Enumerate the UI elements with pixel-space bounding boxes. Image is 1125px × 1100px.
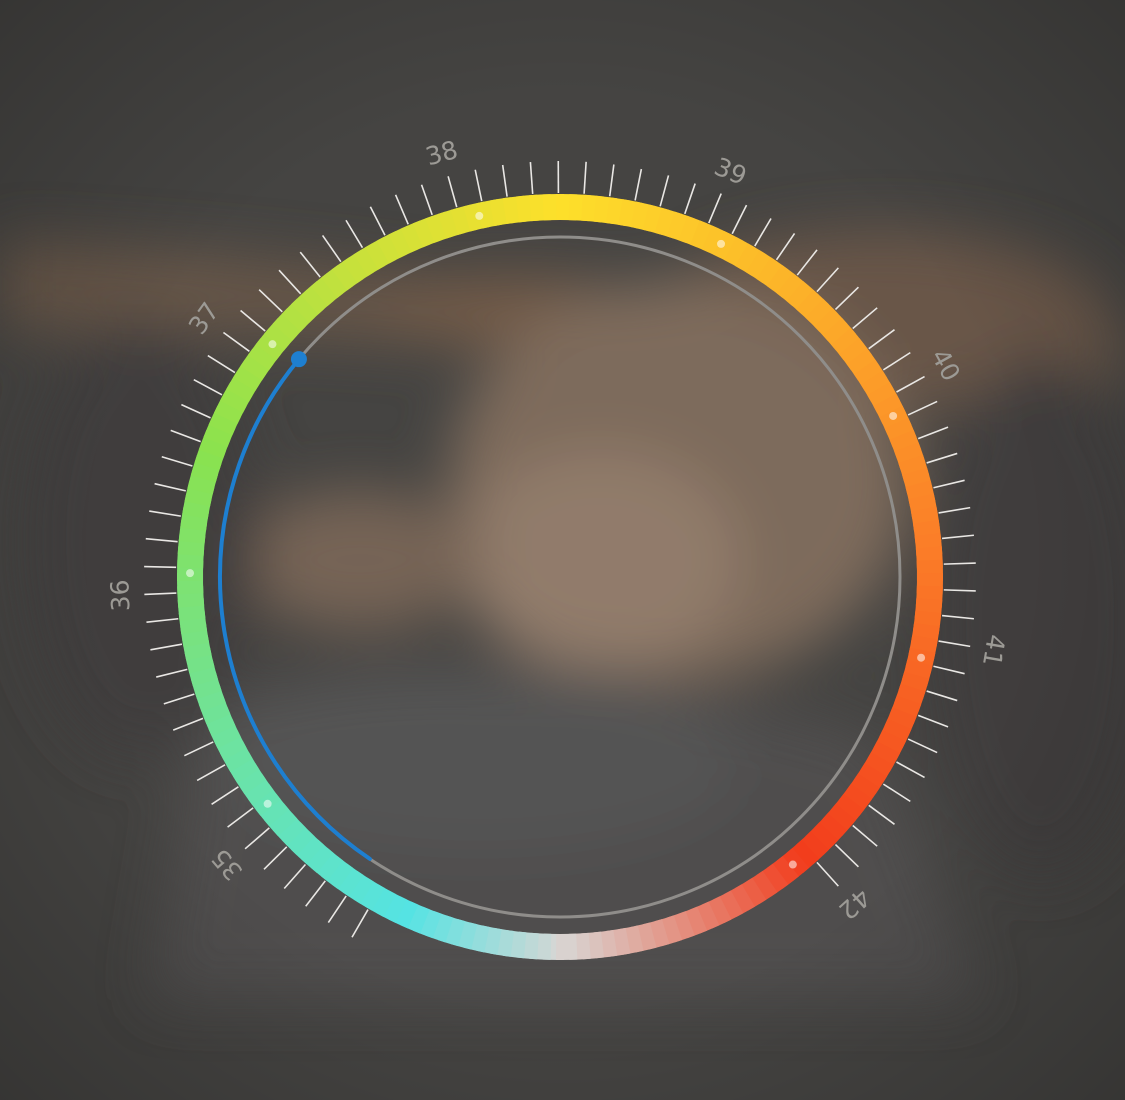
- label-36: 36: [105, 579, 135, 612]
- temperature-indicator-knob[interactable]: [290, 351, 307, 368]
- tick-mark: [708, 193, 722, 224]
- tick-mark: [882, 783, 911, 803]
- tick-mark: [775, 232, 796, 261]
- tick-mark: [907, 738, 938, 754]
- tick-mark: [227, 807, 254, 828]
- tick-mark: [369, 206, 386, 236]
- tick-mark: [907, 400, 938, 416]
- thermometer-dial[interactable]: 35 36 37 38 39 40 41 42: [0, 0, 1125, 1100]
- tick-mark: [796, 249, 818, 276]
- tick-mark: [196, 764, 226, 782]
- ring-marker-dot: [475, 211, 484, 220]
- label-42: 42: [833, 883, 876, 926]
- tick-mark: [608, 164, 615, 197]
- tick-mark: [917, 714, 949, 728]
- tick-mark: [816, 861, 839, 887]
- tick-mark: [299, 251, 321, 278]
- tick-mark: [659, 175, 670, 207]
- tick-mark: [222, 331, 250, 352]
- tick-mark: [868, 804, 895, 825]
- tick-mark: [183, 741, 214, 757]
- tick-mark: [351, 909, 369, 938]
- tick-mark: [146, 617, 179, 624]
- tick-mark: [634, 168, 643, 201]
- tick-mark: [283, 863, 307, 889]
- label-37: 37: [183, 297, 225, 340]
- tick-mark: [163, 693, 195, 705]
- tick-mark: [933, 665, 965, 675]
- label-38: 38: [422, 135, 460, 171]
- tick-mark: [305, 880, 326, 907]
- tick-mark: [896, 375, 925, 393]
- tick-mark: [278, 269, 302, 295]
- tick-mark: [501, 164, 508, 197]
- tick-mark: [852, 307, 878, 330]
- scale-labels: 35 36 37 38 39 40 41 42: [105, 135, 1011, 925]
- tick-mark: [529, 161, 534, 195]
- tick-mark: [938, 640, 971, 648]
- tick-mark: [852, 824, 878, 847]
- tick-mark: [145, 537, 178, 543]
- tick-mark: [258, 289, 283, 313]
- tick-mark: [193, 378, 223, 396]
- tick-mark: [938, 506, 971, 514]
- tick-mark: [754, 218, 772, 247]
- tick-mark: [244, 827, 270, 850]
- tick-mark: [327, 895, 347, 923]
- tick-mark: [926, 452, 958, 464]
- tick-mark: [834, 286, 859, 311]
- tick-mark: [345, 219, 364, 249]
- tick-mark: [941, 534, 974, 540]
- tick-mark: [144, 565, 177, 569]
- tick-mark: [149, 510, 181, 517]
- tick-mark: [170, 429, 201, 443]
- ring-marker-dot: [788, 860, 797, 869]
- ring-marker-dot: [186, 569, 195, 578]
- label-40: 40: [925, 344, 966, 386]
- tick-mark: [731, 204, 748, 235]
- ring-marker-dot: [889, 411, 898, 420]
- ring-marker-dot: [917, 653, 926, 662]
- tick-mark: [156, 668, 188, 678]
- tick-mark: [896, 761, 925, 779]
- tick-mark: [154, 482, 186, 492]
- tick-mark: [211, 786, 239, 805]
- label-41: 41: [977, 632, 1011, 668]
- tick-mark: [161, 455, 193, 467]
- tick-mark: [447, 176, 458, 208]
- tick-mark: [150, 643, 183, 651]
- tick-mark: [240, 309, 266, 332]
- tick-mark: [933, 479, 965, 489]
- tick-mark: [684, 183, 696, 215]
- tick-mark: [868, 329, 895, 350]
- tick-mark: [181, 403, 211, 419]
- ring-marker-dot: [717, 239, 726, 248]
- tick-mark: [583, 161, 587, 194]
- ring-marker-dot: [268, 340, 277, 349]
- tick-mark: [172, 717, 204, 731]
- tick-mark: [394, 194, 409, 225]
- inner-ring: [218, 235, 902, 919]
- temperature-color-ring: [177, 194, 943, 960]
- tick-mark: [321, 234, 342, 263]
- tick-mark: [207, 354, 236, 374]
- tick-mark: [263, 846, 288, 870]
- label-35: 35: [206, 843, 249, 886]
- tick-mark: [882, 351, 911, 371]
- tick-mark: [926, 690, 958, 702]
- ring-marker-dot: [263, 799, 272, 808]
- tick-mark: [917, 426, 949, 440]
- label-39: 39: [710, 152, 751, 191]
- tick-mark: [816, 267, 839, 293]
- tick-mark: [474, 169, 483, 202]
- tick-mark: [144, 592, 177, 596]
- tick-mark: [420, 184, 433, 216]
- tick-mark: [943, 562, 976, 565]
- tick-mark: [943, 589, 976, 592]
- tick-mark: [834, 843, 859, 868]
- tick-mark: [941, 614, 974, 620]
